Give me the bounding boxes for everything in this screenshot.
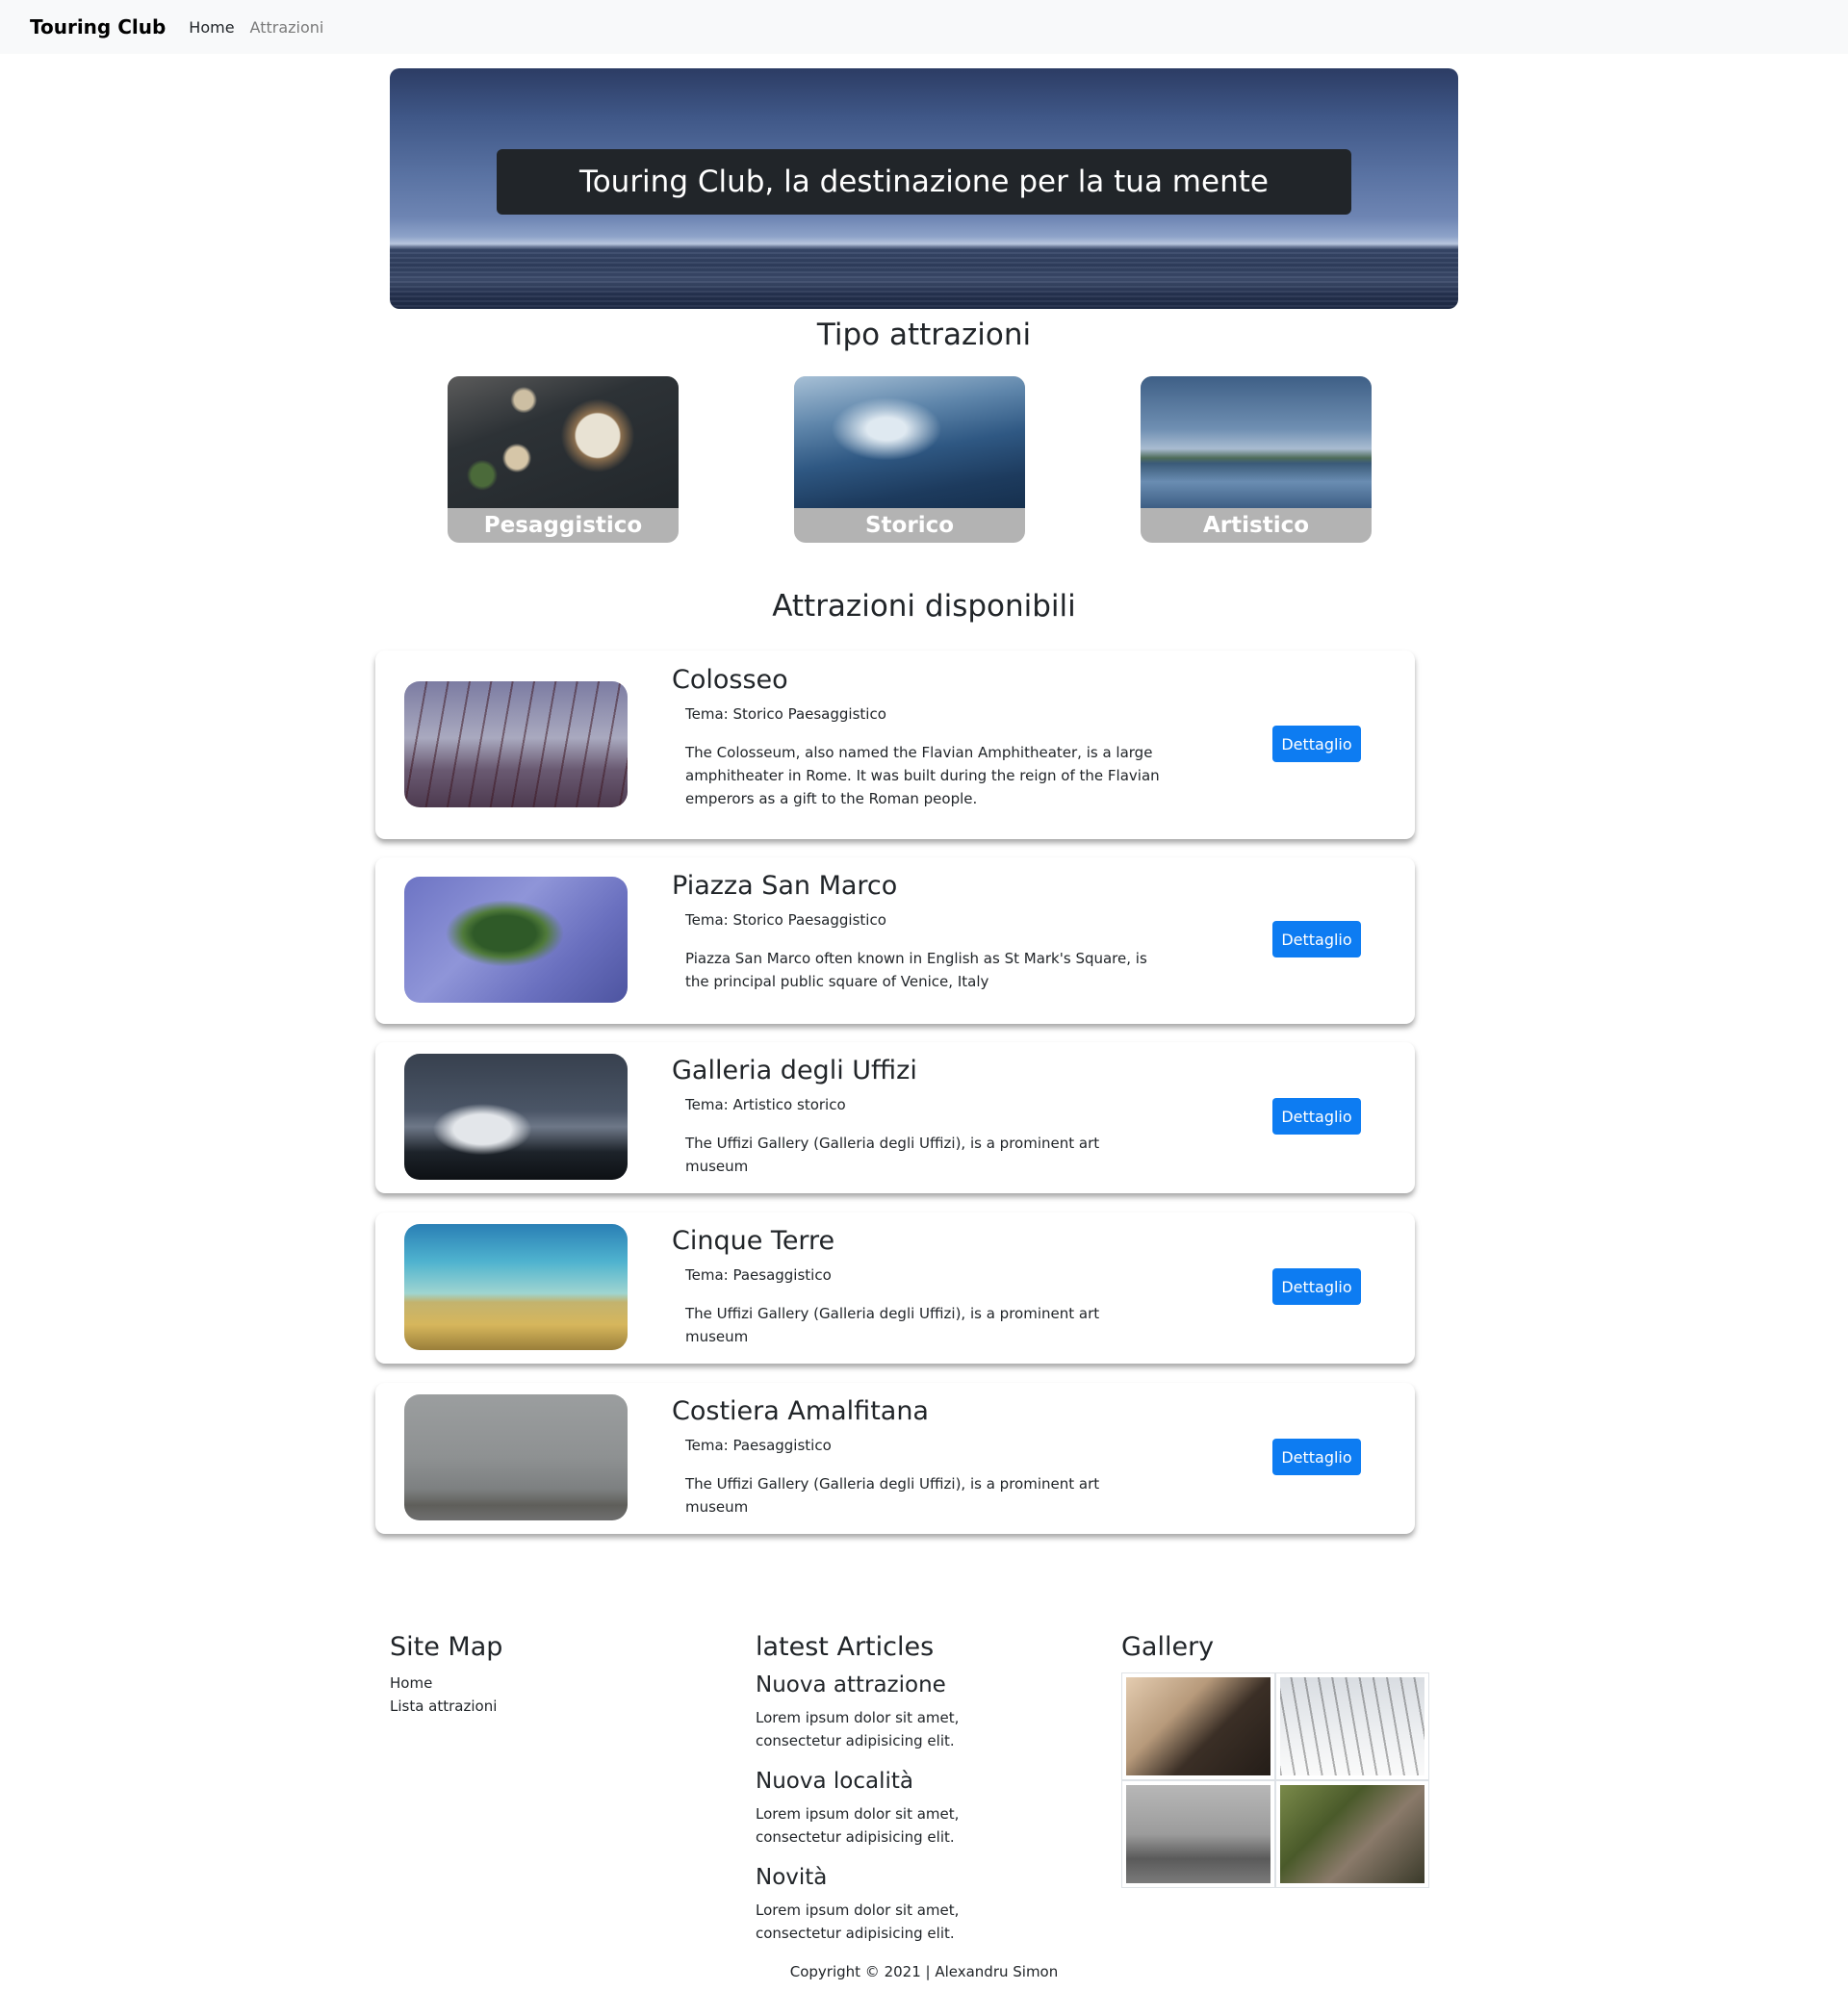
attraction-title: Cinque Terre: [672, 1226, 835, 1256]
category-card-storico[interactable]: Storico: [794, 376, 1025, 543]
category-image: [794, 376, 1025, 508]
category-label: Artistico: [1202, 513, 1310, 538]
dettaglio-button[interactable]: Dettaglio: [1272, 1268, 1361, 1305]
attraction-thumbnail: [404, 1224, 628, 1350]
attraction-description: The Colosseum, also named the Flavian Am…: [685, 744, 1160, 807]
dettaglio-button[interactable]: Dettaglio: [1272, 921, 1361, 957]
sitemap-link-lista-attrazioni[interactable]: Lista attrazioni: [390, 1697, 497, 1715]
article-text: Lorem ipsum dolor sit amet, consectetur …: [756, 1902, 960, 1942]
attraction-description: The Uffizi Gallery (Galleria degli Uffiz…: [685, 1305, 1100, 1345]
category-image: [1141, 376, 1372, 508]
hero-caption-box: Touring Club, la destinazione per la tua…: [497, 149, 1351, 215]
attraction-tema: Tema: Paesaggistico: [685, 1266, 832, 1284]
article-title: Novità: [756, 1865, 828, 1890]
gallery-image[interactable]: [1276, 1673, 1428, 1779]
category-image: [448, 376, 679, 508]
attraction-title: Costiera Amalfitana: [672, 1396, 929, 1426]
attraction-thumbnail: [404, 877, 628, 1003]
categories-title: Tipo attrazioni: [816, 318, 1032, 352]
hero-caption: Touring Club, la destinazione per la tua…: [579, 165, 1269, 199]
attractions-title: Attrazioni disponibili: [772, 589, 1076, 624]
attraction-title: Galleria degli Uffizi: [672, 1056, 917, 1085]
gallery-image[interactable]: [1122, 1673, 1274, 1779]
nav-link-attrazioni[interactable]: Attrazioni: [250, 18, 324, 37]
dettaglio-button[interactable]: Dettaglio: [1272, 1439, 1361, 1475]
hero-banner: Touring Club, la destinazione per la tua…: [390, 68, 1458, 309]
attraction-thumbnail: [404, 1394, 628, 1520]
attraction-description: The Uffizi Gallery (Galleria degli Uffiz…: [685, 1135, 1100, 1175]
attraction-card: Galleria degli Uffizi Tema: Artistico st…: [375, 1042, 1415, 1193]
attraction-tema: Tema: Artistico storico: [685, 1096, 846, 1113]
copyright: Copyright © 2021 | Alexandru Simon: [789, 1963, 1059, 1980]
gallery-title: Gallery: [1121, 1632, 1215, 1662]
category-label: Pesaggistico: [483, 513, 643, 538]
category-card-artistico[interactable]: Artistico: [1141, 376, 1372, 543]
navbar: Touring Club Home Attrazioni: [0, 0, 1848, 54]
dettaglio-button[interactable]: Dettaglio: [1272, 726, 1361, 762]
attraction-card: Colosseo Tema: Storico Paesaggistico The…: [375, 651, 1415, 839]
attraction-tema: Tema: Storico Paesaggistico: [685, 911, 886, 929]
attraction-tema: Tema: Storico Paesaggistico: [685, 705, 886, 723]
attraction-description: Piazza San Marco often known in English …: [685, 950, 1147, 990]
category-card-pesaggistico[interactable]: Pesaggistico: [448, 376, 679, 543]
category-label: Storico: [864, 513, 955, 538]
attraction-title: Colosseo: [672, 665, 788, 695]
hero-sea-texture: [390, 247, 1458, 309]
sitemap-link-home[interactable]: Home: [390, 1674, 432, 1692]
article-text: Lorem ipsum dolor sit amet, consectetur …: [756, 1709, 960, 1749]
article-title: Nuova attrazione: [756, 1672, 946, 1697]
gallery-image[interactable]: [1122, 1781, 1274, 1887]
attraction-title: Piazza San Marco: [672, 871, 898, 901]
attraction-tema: Tema: Paesaggistico: [685, 1437, 832, 1454]
articles-title: latest Articles: [756, 1632, 935, 1662]
article-text: Lorem ipsum dolor sit amet, consectetur …: [756, 1805, 960, 1846]
sitemap-title: Site Map: [390, 1632, 503, 1662]
attraction-card: Cinque Terre Tema: Paesaggistico The Uff…: [375, 1212, 1415, 1364]
attraction-description: The Uffizi Gallery (Galleria degli Uffiz…: [685, 1475, 1100, 1516]
dettaglio-button[interactable]: Dettaglio: [1272, 1098, 1361, 1135]
nav-link-home[interactable]: Home: [189, 18, 234, 37]
article-title: Nuova località: [756, 1769, 913, 1794]
attraction-thumbnail: [404, 681, 628, 807]
attraction-card: Costiera Amalfitana Tema: Paesaggistico …: [375, 1383, 1415, 1534]
brand-logo[interactable]: Touring Club: [30, 15, 166, 38]
gallery-image[interactable]: [1276, 1781, 1428, 1887]
attraction-thumbnail: [404, 1054, 628, 1180]
attraction-card: Piazza San Marco Tema: Storico Paesaggis…: [375, 857, 1415, 1024]
